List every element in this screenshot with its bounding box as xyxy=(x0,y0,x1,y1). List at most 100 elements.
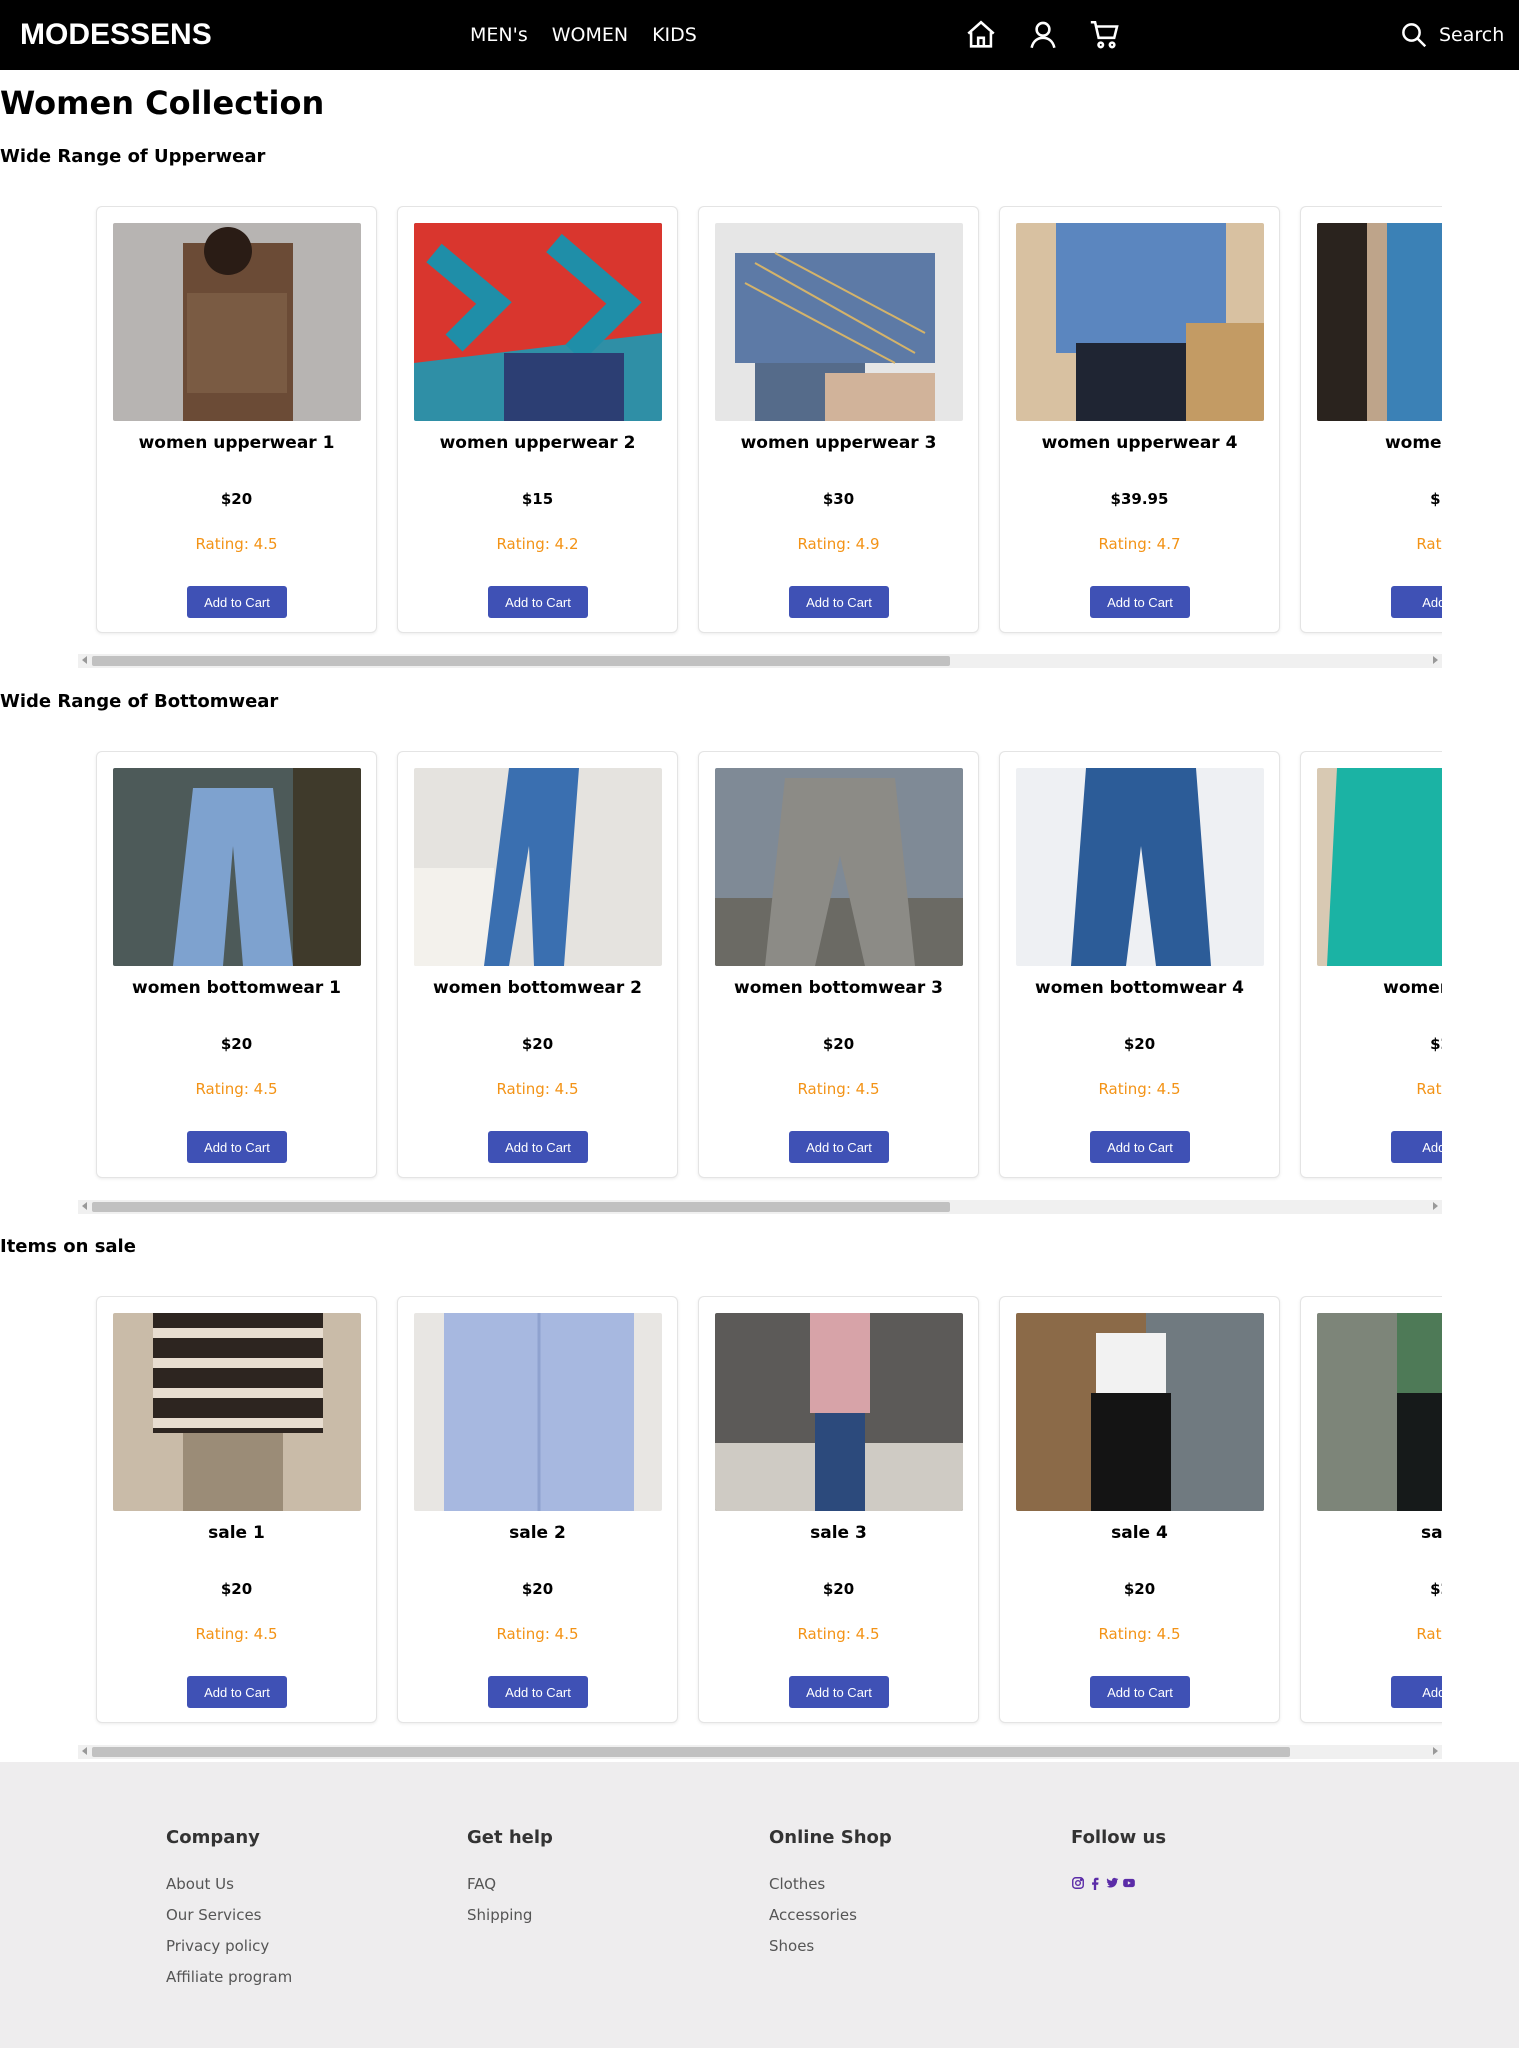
product-name: sale 4 xyxy=(1111,1523,1168,1543)
product-image xyxy=(113,768,361,966)
facebook-icon[interactable] xyxy=(1088,1875,1102,1894)
product-rating: Rating: 4.9 xyxy=(797,535,880,553)
footer-link-accessories[interactable]: Accessories xyxy=(769,1906,892,1924)
cart-icon[interactable] xyxy=(1086,16,1124,54)
page-title: Women Collection xyxy=(0,84,325,122)
product-price: $2 xyxy=(1430,1035,1442,1053)
home-icon[interactable] xyxy=(962,16,1000,54)
product-image xyxy=(715,1313,963,1511)
scrollbar-thumb[interactable] xyxy=(92,1202,950,1212)
footer-column-follow-us: Follow us xyxy=(1071,1827,1166,1894)
scroll-right-arrow[interactable] xyxy=(1433,1202,1438,1210)
product-image xyxy=(1016,223,1264,421)
product-card: women bott $2 Rating Add to xyxy=(1300,751,1442,1178)
user-icon[interactable] xyxy=(1024,16,1062,54)
product-carousel-sale[interactable]: sale 1 $20 Rating: 4.5 Add to Cart sale … xyxy=(78,1296,1442,1728)
product-name: women upperwear 3 xyxy=(740,433,937,453)
product-name: women bottomwear 3 xyxy=(734,978,943,998)
social-icons xyxy=(1071,1875,1166,1894)
add-to-cart-button[interactable]: Add to Cart xyxy=(789,1131,889,1163)
scrollbar-thumb[interactable] xyxy=(92,1747,1290,1757)
product-rating: Rating: 4.5 xyxy=(496,1080,579,1098)
footer-link-clothes[interactable]: Clothes xyxy=(769,1875,892,1893)
footer-link-privacy-policy[interactable]: Privacy policy xyxy=(166,1937,292,1955)
carousel-scrollbar[interactable] xyxy=(78,654,1442,668)
product-rating: Rating xyxy=(1416,535,1442,553)
product-price: $39.95 xyxy=(1110,490,1169,508)
carousel-scrollbar[interactable] xyxy=(78,1745,1442,1759)
footer-column-online-shop: Online Shop Clothes Accessories Shoes xyxy=(769,1827,892,1968)
product-name: women upp xyxy=(1384,433,1442,453)
footer-link-our-services[interactable]: Our Services xyxy=(166,1906,292,1924)
product-card: women upp $1 Rating Add to xyxy=(1300,206,1442,633)
scroll-left-arrow[interactable] xyxy=(82,656,87,664)
product-name: sale 2 xyxy=(509,1523,566,1543)
product-image xyxy=(1317,768,1442,966)
product-rating: Rating xyxy=(1416,1625,1442,1643)
product-image xyxy=(414,223,662,421)
footer-heading: Get help xyxy=(467,1827,553,1848)
nav-link-mens[interactable]: MEN's xyxy=(470,24,528,46)
add-to-cart-button[interactable]: Add to xyxy=(1391,1676,1442,1708)
product-card: women bottomwear 4 $20 Rating: 4.5 Add t… xyxy=(999,751,1280,1178)
product-rating: Rating: 4.5 xyxy=(496,1625,579,1643)
add-to-cart-button[interactable]: Add to Cart xyxy=(789,1676,889,1708)
product-image xyxy=(1016,1313,1264,1511)
add-to-cart-button[interactable]: Add to Cart xyxy=(488,1131,588,1163)
footer-link-affiliate-program[interactable]: Affiliate program xyxy=(166,1968,292,1986)
top-navbar: MODESSENS MEN's WOMEN KIDS Search xyxy=(0,0,1519,70)
product-rating: Rating: 4.5 xyxy=(1098,1625,1181,1643)
footer-link-faq[interactable]: FAQ xyxy=(467,1875,553,1893)
add-to-cart-button[interactable]: Add to Cart xyxy=(488,586,588,618)
nav-link-kids[interactable]: KIDS xyxy=(652,24,697,46)
nav-link-women[interactable]: WOMEN xyxy=(552,24,628,46)
footer-heading: Follow us xyxy=(1071,1827,1167,1848)
twitter-icon[interactable] xyxy=(1105,1875,1119,1894)
scrollbar-thumb[interactable] xyxy=(92,656,950,666)
scroll-left-arrow[interactable] xyxy=(82,1747,87,1755)
product-carousel-bottomwear[interactable]: women bottomwear 1 $20 Rating: 4.5 Add t… xyxy=(78,751,1442,1183)
add-to-cart-button[interactable]: Add to Cart xyxy=(187,586,287,618)
product-price: $1 xyxy=(1430,490,1442,508)
add-to-cart-button[interactable]: Add to Cart xyxy=(488,1676,588,1708)
product-card: women bottomwear 2 $20 Rating: 4.5 Add t… xyxy=(397,751,678,1178)
product-name: sale 1 xyxy=(208,1523,265,1543)
product-rating: Rating: 4.5 xyxy=(1098,1080,1181,1098)
product-name: women bottomwear 1 xyxy=(132,978,341,998)
add-to-cart-button[interactable]: Add to Cart xyxy=(1090,1676,1190,1708)
product-image xyxy=(113,223,361,421)
product-rating: Rating: 4.5 xyxy=(797,1080,880,1098)
footer-link-shoes[interactable]: Shoes xyxy=(769,1937,892,1955)
product-price: $20 xyxy=(220,490,253,508)
add-to-cart-button[interactable]: Add to xyxy=(1391,586,1442,618)
section-title-bottomwear: Wide Range of Bottomwear xyxy=(0,691,279,712)
add-to-cart-button[interactable]: Add to Cart xyxy=(187,1676,287,1708)
footer-link-shipping[interactable]: Shipping xyxy=(467,1906,553,1924)
add-to-cart-button[interactable]: Add to xyxy=(1391,1131,1442,1163)
footer-link-about-us[interactable]: About Us xyxy=(166,1875,292,1893)
search-button[interactable]: Search xyxy=(1399,20,1504,50)
scroll-left-arrow[interactable] xyxy=(82,1202,87,1210)
product-image xyxy=(414,768,662,966)
add-to-cart-button[interactable]: Add to Cart xyxy=(789,586,889,618)
youtube-icon[interactable] xyxy=(1122,1875,1136,1894)
carousel-scrollbar[interactable] xyxy=(78,1200,1442,1214)
product-card: women upperwear 1 $20 Rating: 4.5 Add to… xyxy=(96,206,377,633)
brand-logo[interactable]: MODESSENS xyxy=(20,18,212,52)
scroll-right-arrow[interactable] xyxy=(1433,1747,1438,1755)
footer-heading: Company xyxy=(166,1827,260,1848)
product-image xyxy=(1317,1313,1442,1511)
product-carousel-upperwear[interactable]: women upperwear 1 $20 Rating: 4.5 Add to… xyxy=(78,206,1442,638)
product-image xyxy=(1016,768,1264,966)
product-price: $20 xyxy=(220,1580,253,1598)
add-to-cart-button[interactable]: Add to Cart xyxy=(187,1131,287,1163)
product-rating: Rating: 4.5 xyxy=(797,1625,880,1643)
instagram-icon[interactable] xyxy=(1071,1875,1085,1894)
product-rating: Rating: 4.2 xyxy=(496,535,579,553)
product-price: $20 xyxy=(521,1035,554,1053)
add-to-cart-button[interactable]: Add to Cart xyxy=(1090,1131,1190,1163)
add-to-cart-button[interactable]: Add to Cart xyxy=(1090,586,1190,618)
scroll-right-arrow[interactable] xyxy=(1433,656,1438,664)
product-card: sale $2 Rating Add to xyxy=(1300,1296,1442,1723)
product-price: $20 xyxy=(521,1580,554,1598)
